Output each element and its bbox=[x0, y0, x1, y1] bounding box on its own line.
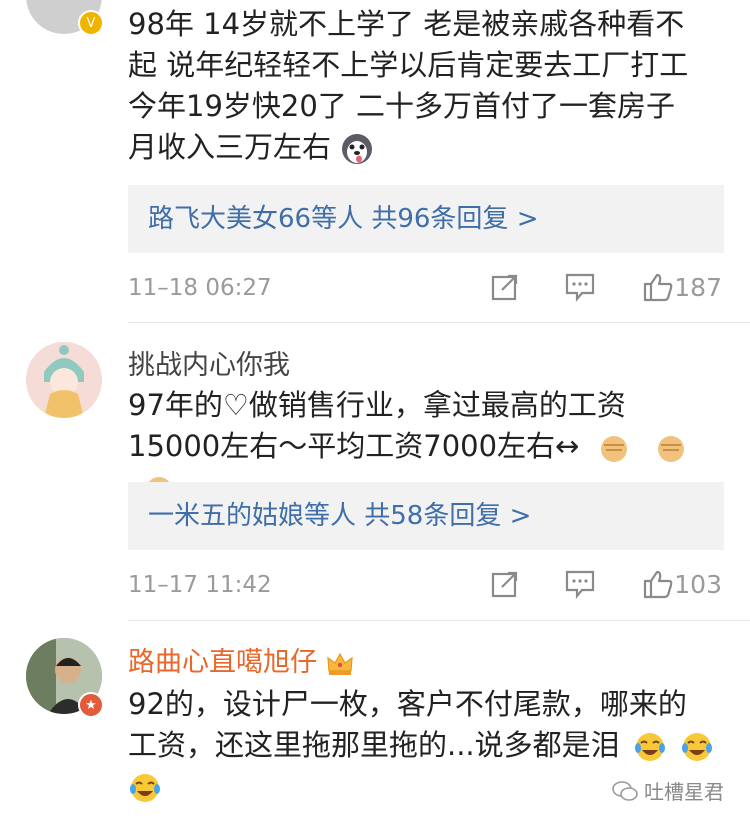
reply-summary-link[interactable]: 路飞大美女66等人 共96条回复 > bbox=[128, 185, 724, 253]
avatar[interactable] bbox=[26, 342, 102, 418]
crown-icon bbox=[326, 652, 353, 675]
husky-emoji-icon bbox=[342, 134, 373, 164]
comment-meta: 11–17 11:42 103 bbox=[128, 565, 728, 605]
watermark: 吐槽星君 bbox=[612, 776, 724, 805]
comment-meta: 11–18 06:27 187 bbox=[128, 268, 728, 308]
avatar-illustration bbox=[26, 342, 102, 418]
username[interactable]: 挑战内心你我 bbox=[128, 343, 290, 382]
comment-icon[interactable] bbox=[564, 569, 596, 599]
user-badge-icon: ★ bbox=[78, 692, 104, 718]
timestamp: 11–18 06:27 bbox=[128, 275, 272, 301]
fist-emoji-icon bbox=[600, 436, 627, 462]
like-icon[interactable] bbox=[642, 569, 674, 599]
timestamp: 11–17 11:42 bbox=[128, 572, 272, 598]
comment-1: V 98年 14岁就不上学了 老是被亲戚各种看不 起 说年纪轻轻不上学以后肯定要… bbox=[0, 0, 750, 320]
like-icon[interactable] bbox=[642, 272, 674, 302]
wechat-icon bbox=[612, 780, 638, 801]
reply-summary-link[interactable]: 一米五的姑娘等人 共58条回复 > bbox=[128, 482, 724, 550]
crying-laughing-emoji-icon bbox=[682, 733, 713, 761]
like-count: 103 bbox=[674, 570, 722, 599]
crying-laughing-emoji-icon bbox=[634, 733, 665, 761]
divider bbox=[128, 322, 750, 323]
share-icon[interactable] bbox=[490, 569, 520, 599]
username[interactable]: 路曲心直噶旭仔 bbox=[128, 640, 354, 679]
comment-text: 98年 14岁就不上学了 老是被亲戚各种看不 起 说年纪轻轻不上学以后肯定要去工… bbox=[128, 7, 689, 164]
fist-emoji-icon bbox=[657, 436, 684, 462]
verified-badge-icon: V bbox=[78, 10, 104, 36]
crying-laughing-emoji-icon bbox=[130, 774, 160, 802]
divider bbox=[128, 620, 750, 621]
share-icon[interactable] bbox=[490, 272, 520, 302]
like-count: 187 bbox=[674, 273, 722, 302]
comment-icon[interactable] bbox=[564, 272, 596, 302]
